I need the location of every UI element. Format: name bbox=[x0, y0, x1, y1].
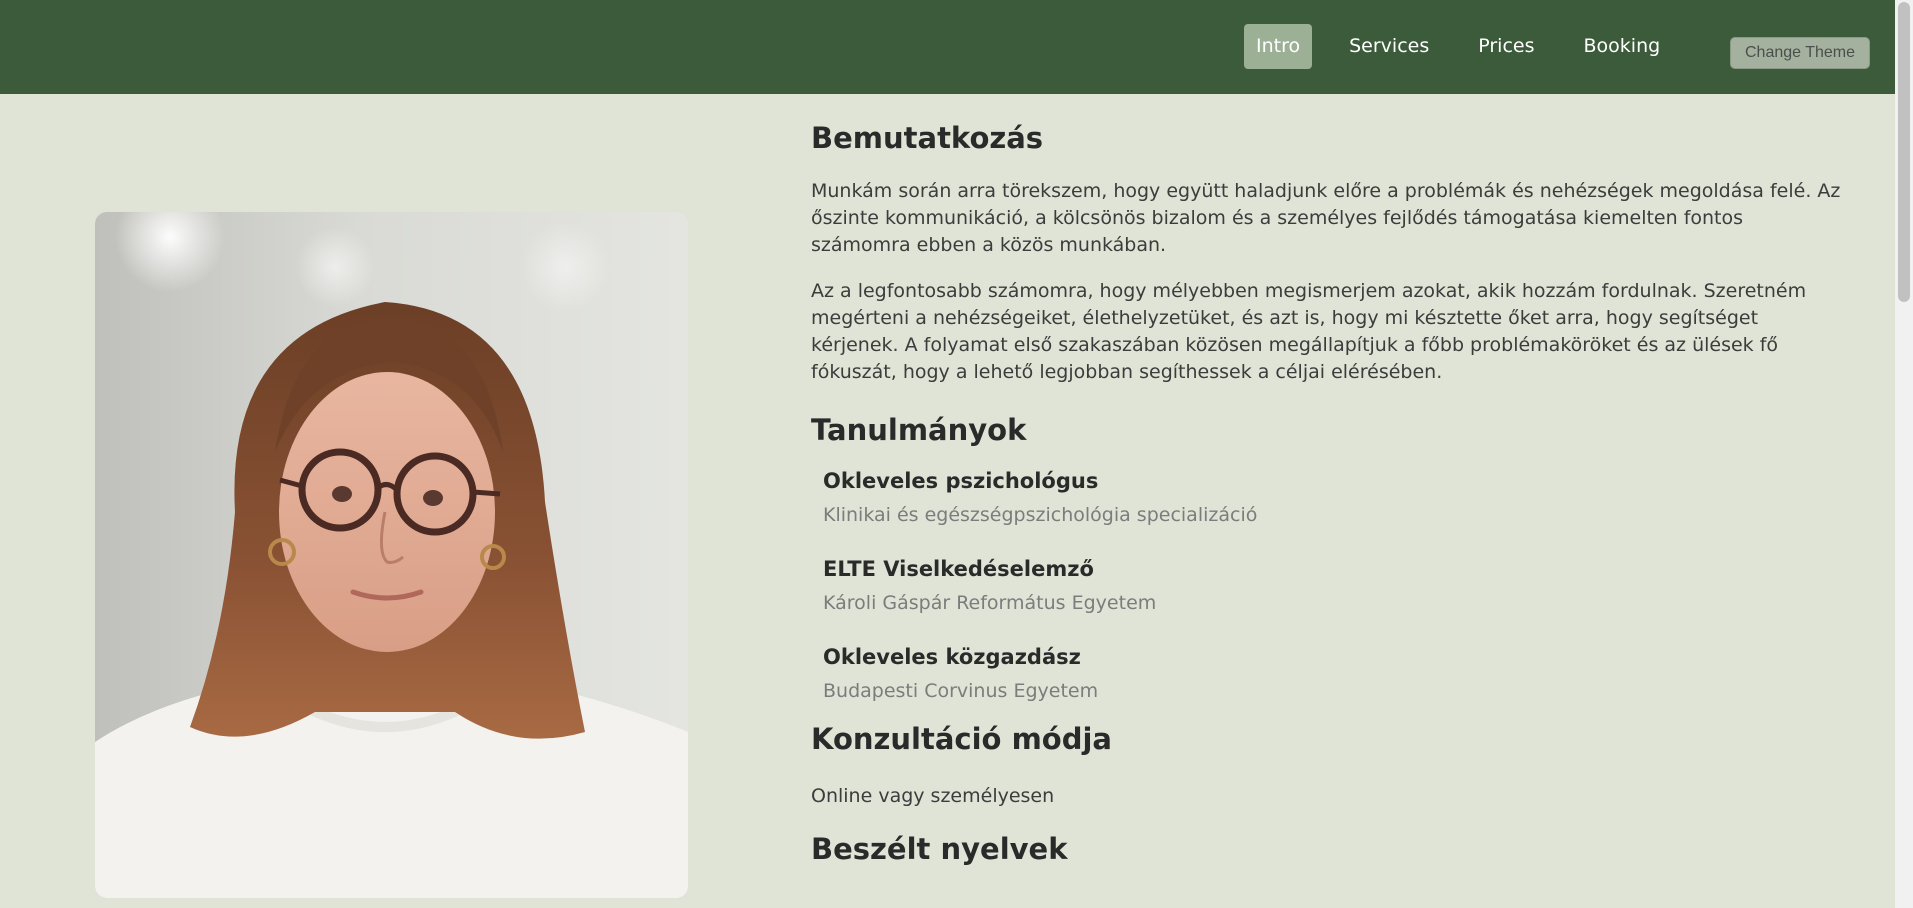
nav-item-booking[interactable]: Booking bbox=[1572, 24, 1673, 69]
intro-paragraph-2: Az a legfontosabb számomra, hogy mélyebb… bbox=[811, 279, 1807, 383]
study-title: Okleveles pszichológus bbox=[823, 469, 1099, 494]
main-content: Bemutatkozás Munkám során arra törekszem… bbox=[811, 120, 1841, 869]
study-item: Okleveles pszichológus Klinikai és egész… bbox=[811, 467, 1841, 529]
profile-photo bbox=[95, 212, 688, 898]
top-navbar: Intro Services Prices Booking Change The… bbox=[0, 0, 1895, 94]
study-title: Okleveles közgazdász bbox=[823, 645, 1081, 670]
nav-links: Intro Services Prices Booking bbox=[1244, 24, 1672, 69]
study-item: Okleveles közgazdász Budapesti Corvinus … bbox=[811, 643, 1841, 705]
studies-heading: Tanulmányok bbox=[811, 412, 1027, 447]
study-subtitle: Károli Gáspár Református Egyetem bbox=[823, 592, 1157, 615]
languages-heading: Beszélt nyelvek bbox=[811, 832, 1068, 867]
nav-item-prices[interactable]: Prices bbox=[1466, 24, 1546, 69]
nav-item-services[interactable]: Services bbox=[1337, 24, 1441, 69]
study-item: ELTE Viselkedéselemző Károli Gáspár Refo… bbox=[811, 555, 1841, 617]
consultation-heading: Konzultáció módja bbox=[811, 722, 1112, 757]
page-scrollbar[interactable] bbox=[1895, 0, 1913, 908]
study-subtitle: Budapesti Corvinus Egyetem bbox=[823, 680, 1099, 703]
change-theme-button[interactable]: Change Theme bbox=[1730, 37, 1870, 69]
consultation-text: Online vagy személyesen bbox=[811, 785, 1055, 808]
intro-paragraph-1: Munkám során arra törekszem, hogy együtt… bbox=[811, 179, 1841, 256]
intro-heading: Bemutatkozás bbox=[811, 121, 1044, 155]
scrollbar-thumb[interactable] bbox=[1898, 2, 1910, 302]
nav-item-intro[interactable]: Intro bbox=[1244, 24, 1313, 69]
study-title: ELTE Viselkedéselemző bbox=[823, 557, 1094, 582]
study-subtitle: Klinikai és egészségpszichológia special… bbox=[823, 504, 1258, 527]
